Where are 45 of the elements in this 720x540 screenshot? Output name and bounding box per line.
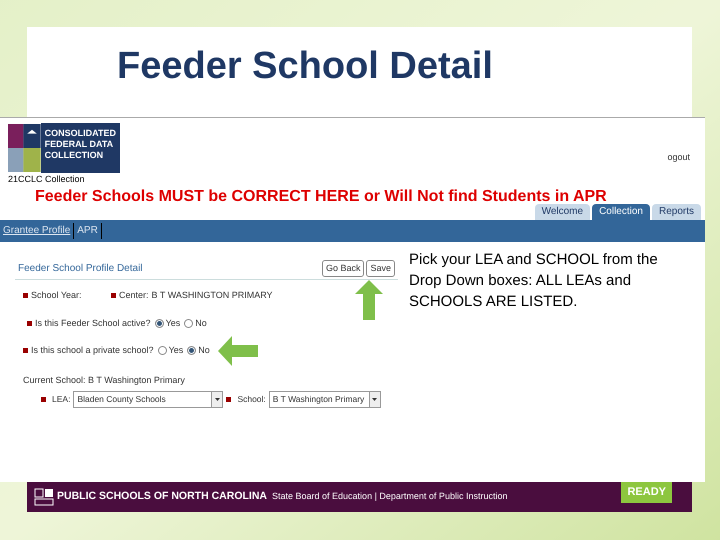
radio-label: No [195,316,207,330]
required-icon [23,348,28,354]
footer-logo-icon [34,488,54,506]
logout-link[interactable]: ogout [667,151,690,186]
field-label: School: [237,393,266,406]
nav-link[interactable]: APR [74,223,101,238]
nav-link[interactable]: Grantee Profile [0,223,74,238]
radio-label: No [198,344,210,357]
arrow-left-icon [218,336,258,366]
form-button[interactable]: Save [366,260,395,277]
warning-notice: Feeder Schools MUST be CORRECT HERE or Will Not find Students in APR [35,188,608,204]
field-value: B T WASHINGTON PRIMARY [152,289,273,302]
radio-button[interactable] [154,318,164,328]
logo-mark-icon [8,123,41,173]
question-label: Is this school a private school? [31,344,154,357]
field-label: School Year: [31,289,83,302]
collection-label: 21CCLC Collection [8,173,86,186]
radio-label: Yes [168,344,184,357]
form-heading: Feeder School Profile Detail [18,262,143,276]
radio-label: Yes [166,316,180,330]
question-label: Is this Feeder School active? [35,316,151,330]
radio-button[interactable] [187,346,196,356]
dropdown[interactable]: B T Washington Primary [268,391,381,408]
arrow-up-icon [355,280,383,320]
required-icon [111,293,116,298]
required-icon [226,397,232,402]
callout-text: Pick your LEA and SCHOOL from the Drop Down boxes: ALL LEAs and SCHOOLS ARE LISTED. [409,250,659,312]
ready-badge: READY [621,482,672,502]
logo-text: CONSOLIDATED FEDERAL DATA COLLECTION [40,123,120,173]
required-icon [41,397,46,402]
footer-org: PUBLIC SCHOOLS OF NORTH CAROLINA [57,489,267,504]
dropdown[interactable]: Bladen County Schools [73,391,224,408]
nav-tab[interactable]: Welcome [534,204,590,220]
form-button[interactable]: Go Back [322,260,364,277]
slide-title: Feeder School Detail [117,44,493,89]
radio-button[interactable] [158,346,167,356]
required-icon [27,320,32,326]
nav-tab[interactable]: Collection [592,204,650,220]
field-label: Center: [119,289,149,302]
current-school: Current School: B T Washington Primary [23,374,186,387]
field-label: LEA: [52,393,70,406]
radio-button[interactable] [184,318,194,328]
required-icon [23,293,28,298]
footer-subtitle: State Board of Education | Department of Public Instruction [272,490,508,504]
nav-tab[interactable]: Reports [652,204,701,220]
